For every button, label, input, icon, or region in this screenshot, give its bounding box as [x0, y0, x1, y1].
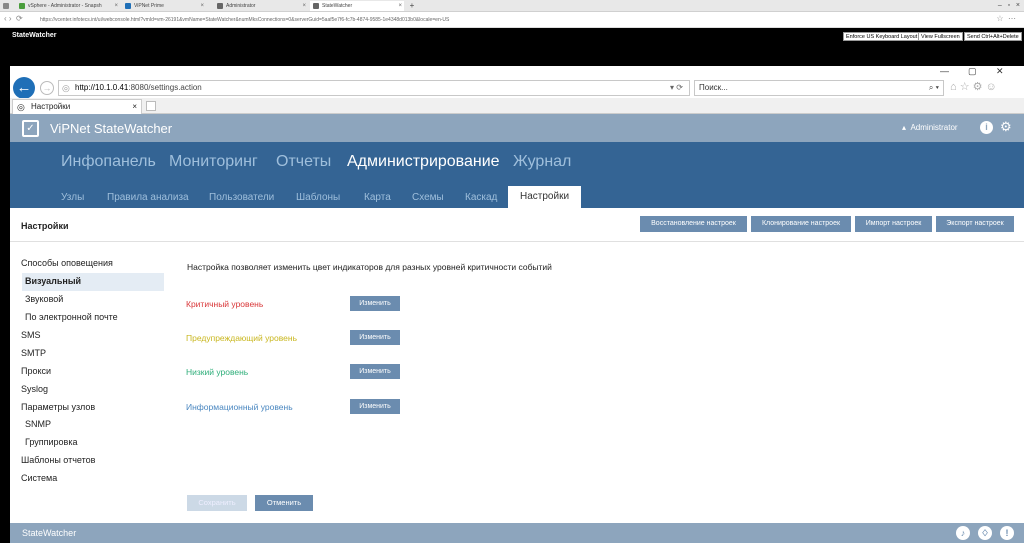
sidebar-item-sound[interactable]: Звуковой	[25, 294, 63, 304]
outer-tab-label: StateWatcher	[322, 3, 353, 9]
info-level-label: Информационный уровень	[186, 402, 293, 412]
outer-toolbar-icons[interactable]: ☆ ⋯	[996, 14, 1016, 23]
outer-url[interactable]: https://vcenter.infotecs.int/ui/webconso…	[40, 15, 940, 25]
tab-close-icon[interactable]: ×	[132, 100, 137, 114]
sidebar-item-email[interactable]: По электронной почте	[25, 312, 118, 322]
sidebar-item-grouping[interactable]: Группировка	[25, 437, 77, 447]
change-critical-button[interactable]: Изменить	[350, 296, 400, 311]
import-settings-button[interactable]: Импорт настроек	[855, 216, 932, 232]
critical-level-label: Критичный уровень	[186, 299, 264, 309]
search-icon[interactable]: ⌕ ▾	[929, 81, 939, 95]
subnav-map[interactable]: Карта	[364, 192, 391, 203]
gear-icon[interactable]: ⚙	[1000, 119, 1012, 135]
new-tab-icon[interactable]: +	[406, 1, 418, 11]
subnav-templates[interactable]: Шаблоны	[296, 192, 340, 203]
search-placeholder: Поиск...	[699, 83, 728, 92]
subnav-cascade[interactable]: Каскад	[465, 192, 497, 203]
sidebar-item-snmp[interactable]: SNMP	[25, 419, 51, 429]
change-low-button[interactable]: Изменить	[350, 364, 400, 379]
nav-journal[interactable]: Журнал	[513, 153, 571, 171]
warning-level-label: Предупреждающий уровень	[186, 333, 298, 343]
subnav-analysis-rules[interactable]: Правила анализа	[107, 192, 189, 203]
sidebar-item-sms[interactable]: SMS	[21, 330, 41, 340]
outer-tab-strip: vSphere - Administrator - Snapsh × ViPNet…	[0, 0, 1024, 12]
footer-title: StateWatcher	[22, 528, 77, 538]
subnav-nodes[interactable]: Узлы	[61, 192, 84, 203]
forward-button[interactable]: →	[40, 81, 54, 95]
enforce-keyboard-button[interactable]: Enforce US Keyboard Layout	[843, 32, 921, 41]
sidebar-item-smtp[interactable]: SMTP	[21, 348, 46, 358]
bell-icon[interactable]: ♢	[978, 526, 992, 540]
change-info-button[interactable]: Изменить	[350, 399, 400, 414]
sidebar-item-proxy[interactable]: Прокси	[21, 366, 51, 376]
subnav-settings[interactable]: Настройки	[508, 186, 582, 208]
url-path: :8080/settings.action	[128, 83, 202, 92]
inner-tab-strip: ◎ Настройки ×	[10, 98, 1024, 114]
sidebar-notification-methods[interactable]: Способы оповещения	[21, 258, 113, 268]
tab-favicon: ◎	[17, 102, 25, 112]
page-title: Настройки	[21, 221, 69, 231]
console-bar: StateWatcher Enforce US Keyboard Layout …	[0, 28, 1024, 46]
page-icon: ◎	[62, 83, 70, 93]
user-name: Administrator	[910, 123, 958, 132]
new-tab-button[interactable]	[146, 101, 156, 111]
window-controls[interactable]: – ▫ ×	[960, 1, 1020, 11]
send-ctrl-alt-del-button[interactable]: Send Ctrl+Alt+Delete	[964, 32, 1022, 41]
nav-administration[interactable]: Администрирование	[347, 153, 500, 171]
nav-dashboard[interactable]: Инфопанель	[61, 153, 156, 171]
address-bar[interactable]: ◎ http://10.1.0.41:8080/settings.action ▾ …	[58, 80, 690, 96]
view-fullscreen-button[interactable]: View Fullscreen	[918, 32, 963, 41]
vipnet-logo-icon: ✓	[22, 120, 39, 137]
sound-icon[interactable]: ♪	[956, 526, 970, 540]
outer-tab-vipnet-prime[interactable]: ViPNet Prime ×	[122, 1, 206, 11]
settings-description: Настройка позволяет изменить цвет индика…	[187, 262, 552, 272]
export-settings-button[interactable]: Экспорт настроек	[936, 216, 1014, 232]
sidebar-node-parameters[interactable]: Параметры узлов	[21, 402, 95, 412]
outer-tab-vsphere[interactable]: vSphere - Administrator - Snapsh ×	[16, 1, 120, 11]
restore-settings-button[interactable]: Восстановление настроек	[640, 216, 747, 232]
app-title: ViPNet StateWatcher	[50, 121, 173, 136]
subnav-users[interactable]: Пользователи	[209, 192, 274, 203]
outer-tab-administrator[interactable]: Administrator ×	[214, 1, 308, 11]
window-menu-icon[interactable]	[0, 1, 12, 11]
cancel-button[interactable]: Отменить	[255, 495, 313, 511]
nav-monitoring[interactable]: Мониторинг	[169, 153, 258, 171]
console-title: StateWatcher	[12, 32, 57, 39]
tab-label: Настройки	[31, 102, 71, 111]
app-footer: StateWatcher ♪ ♢ !	[10, 523, 1024, 543]
sidebar-system[interactable]: Система	[21, 473, 57, 483]
outer-tab-statewatcher[interactable]: StateWatcher ×	[310, 1, 404, 11]
tab-settings[interactable]: ◎ Настройки ×	[12, 99, 142, 114]
low-level-label: Низкий уровень	[186, 367, 249, 377]
outer-tab-label: Administrator	[226, 3, 256, 9]
back-button[interactable]: ←	[13, 77, 35, 99]
nav-reports[interactable]: Отчеты	[276, 153, 331, 171]
sidebar-item-visual[interactable]: Визуальный	[25, 276, 81, 286]
outer-tab-label: vSphere - Administrator - Snapsh	[28, 3, 102, 9]
url-host: http://10.1.0.41	[75, 83, 129, 92]
info-icon[interactable]: i	[980, 121, 993, 134]
outer-address-bar: ‹ › ⟳ https://vcenter.infotecs.int/ui/we…	[0, 12, 1024, 28]
page-header: Настройки Восстановление настроек Клонир…	[10, 208, 1024, 242]
user-menu[interactable]: ▴ Administrator	[902, 123, 958, 132]
subnav-schemes[interactable]: Схемы	[412, 192, 444, 203]
refresh-icon[interactable]: ▾ ⟳	[670, 81, 683, 95]
sidebar-report-templates[interactable]: Шаблоны отчетов	[21, 455, 95, 465]
search-field[interactable]: Поиск... ⌕ ▾	[694, 80, 944, 96]
app-header: ✓ ViPNet StateWatcher ▴ Administrator i …	[10, 114, 1024, 142]
alert-icon[interactable]: !	[1000, 526, 1014, 540]
inner-browser: — ▢ ✕ ← → ◎ http://10.1.0.41:8080/setting…	[10, 66, 1024, 543]
change-warning-button[interactable]: Изменить	[350, 330, 400, 345]
toolbar-icons[interactable]: ⌂ ☆ ⚙ ☺	[950, 80, 997, 93]
outer-nav-icons[interactable]: ‹ › ⟳	[4, 14, 23, 23]
sidebar-item-syslog[interactable]: Syslog	[21, 384, 48, 394]
save-button[interactable]: Сохранить	[187, 495, 247, 511]
outer-tab-label: ViPNet Prime	[134, 3, 164, 9]
clone-settings-button[interactable]: Клонирование настроек	[751, 216, 851, 232]
